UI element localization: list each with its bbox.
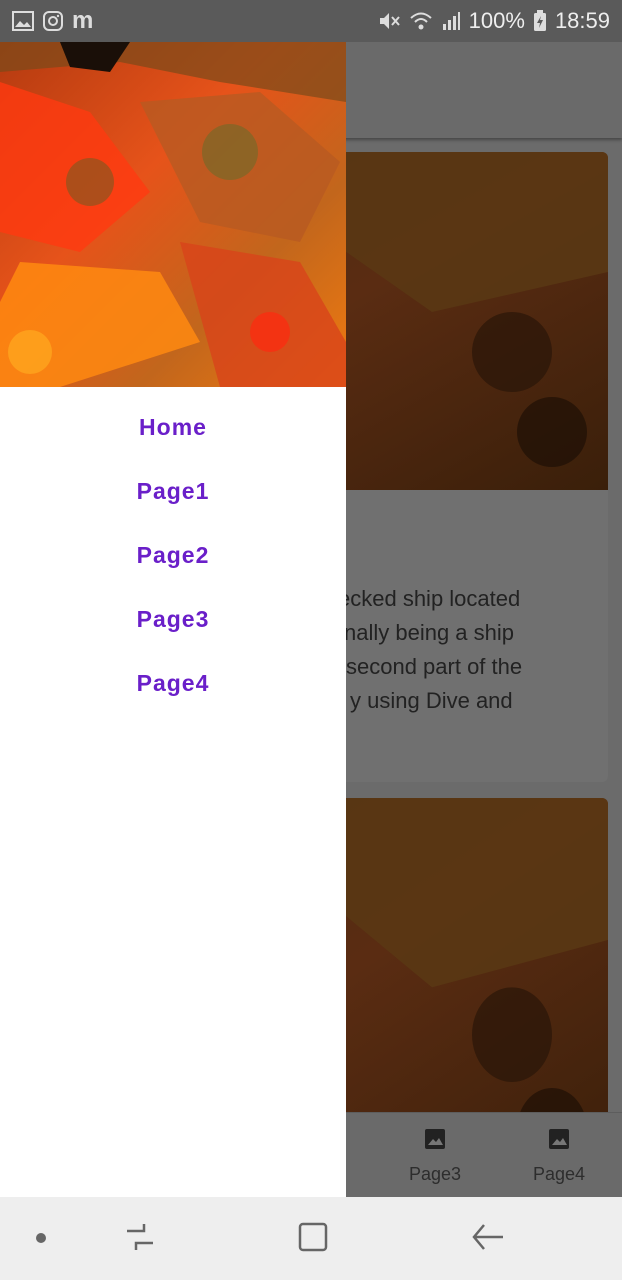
- wifi-icon: [409, 11, 433, 31]
- clock: 18:59: [554, 8, 610, 33]
- status-bar: m 100% 18:59: [0, 0, 622, 42]
- image-icon: [547, 1129, 571, 1155]
- m-app-icon: m: [72, 7, 94, 34]
- system-navigation-bar: [0, 1197, 622, 1280]
- card-text-line: nally being a ship: [344, 620, 515, 645]
- signal-icon: [441, 11, 461, 31]
- card-text-line: ecked ship located: [338, 586, 521, 611]
- status-right: 100% 18:59: [377, 8, 610, 34]
- navigation-drawer: Home Page1 Page2 Page3 Page4: [0, 42, 346, 1197]
- dot-icon[interactable]: [34, 1231, 48, 1245]
- menu-item-page2[interactable]: Page2: [0, 538, 346, 602]
- menu-item-page3[interactable]: Page3: [0, 602, 346, 666]
- instagram-icon: [42, 10, 64, 32]
- menu-item-page4[interactable]: Page4: [0, 666, 346, 730]
- image-icon: [423, 1129, 447, 1155]
- card-text-line: second part of the: [346, 654, 523, 679]
- bottom-nav-page3[interactable]: Page3: [385, 1127, 485, 1185]
- status-left-icons: m: [12, 7, 93, 35]
- mute-icon: [377, 10, 401, 32]
- image-icon: [12, 11, 34, 31]
- card-text-line: y using Dive and: [350, 688, 513, 713]
- recents-icon[interactable]: [124, 1221, 156, 1253]
- bottom-nav-label: Page3: [408, 1164, 462, 1184]
- menu-item-home[interactable]: Home: [0, 410, 346, 474]
- menu-item-page1[interactable]: Page1: [0, 474, 346, 538]
- bottom-nav-label: Page4: [532, 1164, 586, 1184]
- back-icon[interactable]: [470, 1221, 506, 1253]
- drawer-menu: Home Page1 Page2 Page3 Page4: [0, 392, 346, 730]
- drawer-header-image: [0, 42, 346, 387]
- battery-percent: 100%: [468, 8, 525, 33]
- home-icon[interactable]: [297, 1221, 329, 1253]
- bottom-nav-page4[interactable]: Page4: [509, 1127, 609, 1185]
- battery-icon: [533, 10, 547, 32]
